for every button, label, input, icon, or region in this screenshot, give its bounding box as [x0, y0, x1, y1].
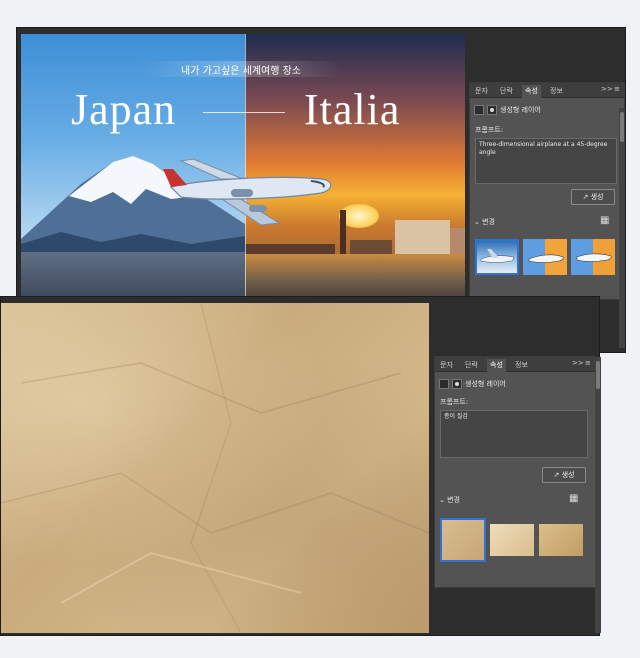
variations-header[interactable]: ⌄ 변경	[474, 217, 495, 227]
variations-label: 변경	[447, 496, 460, 504]
airplane-generated-layer[interactable]	[161, 149, 336, 229]
panel-tabbar: 문자 단락 속성 정보 >> ≡	[435, 357, 595, 372]
layer-type-row: 생성형 레이어	[474, 103, 541, 117]
tab-character[interactable]: 문자	[437, 359, 456, 372]
panel-menu-icon[interactable]: ≡	[585, 359, 591, 367]
generative-layer-icon	[474, 105, 484, 115]
airplane-icon	[576, 253, 612, 262]
prompt-input[interactable]: Three-dimensional airplane at a 45-degre…	[475, 138, 617, 184]
tab-properties[interactable]: 속성	[522, 85, 541, 98]
panel-scrollbar-2[interactable]	[595, 357, 601, 633]
prompt-label: 프롬프트:	[475, 126, 504, 134]
prompt-input[interactable]: 종이 질감	[440, 410, 588, 458]
export-icon: ↗	[582, 193, 589, 201]
tab-character[interactable]: 문자	[472, 85, 491, 98]
variation-thumbnail-3[interactable]	[571, 239, 615, 275]
variation-thumbnail-3[interactable]	[539, 524, 583, 556]
tab-paragraph[interactable]: 단락	[462, 359, 481, 372]
screenshot-paper-texture: 문자 단락 속성 정보 >> ≡ 생성형 레이어 프롬프트: 종이 질감 ↗ 생…	[0, 296, 601, 636]
chevron-down-icon: ⌄	[439, 496, 445, 504]
scrollbar-thumb[interactable]	[620, 112, 624, 142]
variations-label: 변경	[482, 218, 495, 226]
properties-panel-2: 문자 단락 속성 정보 >> ≡ 생성형 레이어 프롬프트: 종이 질감 ↗ 생…	[434, 356, 596, 588]
variation-thumbnail-1[interactable]	[440, 518, 486, 562]
variation-thumbnail-2[interactable]	[490, 524, 534, 556]
generate-label: 생성	[561, 471, 575, 479]
layer-mask-icon	[452, 379, 462, 389]
generate-label: 생성	[590, 193, 604, 201]
export-icon: ↗	[553, 471, 560, 479]
tab-info[interactable]: 정보	[512, 359, 531, 372]
poster-title-japan: Japan	[71, 85, 177, 134]
airplane-icon	[528, 254, 564, 263]
scrollbar-thumb[interactable]	[596, 361, 600, 389]
variations-header[interactable]: ⌄ 변경	[439, 495, 460, 505]
title-divider	[203, 112, 285, 113]
venice-lagoon	[245, 254, 465, 302]
layer-mask-icon	[487, 105, 497, 115]
paper-crease-pattern	[1, 303, 429, 633]
document-canvas[interactable]: 내가 가고싶은 세계여행 장소 Japan Italia	[21, 34, 465, 302]
variation-thumbnail-1[interactable]	[475, 239, 519, 275]
layer-type-row: 생성형 레이어	[439, 377, 506, 391]
panel-tabbar: 문자 단락 속성 정보 >> ≡	[470, 83, 624, 98]
properties-panel: 문자 단락 속성 정보 >> ≡ 생성형 레이어 프롬프트: Three-dim…	[469, 82, 625, 300]
variation-thumbnail-2[interactable]	[523, 239, 567, 275]
tab-info[interactable]: 정보	[547, 85, 566, 98]
airplane-icon	[480, 249, 515, 263]
panel-collapse-icon[interactable]: >>	[601, 85, 613, 93]
panel-menu-icon[interactable]: ≡	[614, 85, 620, 93]
grid-icon[interactable]: ▦	[569, 493, 578, 504]
tab-paragraph[interactable]: 단락	[497, 85, 516, 98]
panel-scrollbar[interactable]	[619, 108, 625, 348]
grid-icon[interactable]: ▦	[600, 215, 609, 226]
generative-layer-icon	[439, 379, 449, 389]
paper-texture-canvas[interactable]	[1, 303, 429, 633]
generate-button[interactable]: ↗ 생성	[542, 467, 586, 483]
poster-subtitle: 내가 가고싶은 세계여행 장소	[181, 66, 301, 77]
chevron-down-icon: ⌄	[474, 218, 480, 226]
prompt-label: 프롬프트:	[440, 398, 469, 406]
poster-title-italia: Italia	[304, 85, 401, 134]
generate-button[interactable]: ↗ 생성	[571, 189, 615, 205]
layer-type-label: 생성형 레이어	[465, 380, 506, 388]
panel-collapse-icon[interactable]: >>	[572, 359, 584, 367]
tab-properties[interactable]: 속성	[487, 359, 506, 372]
japan-town	[21, 252, 245, 302]
layer-type-label: 생성형 레이어	[500, 106, 541, 114]
